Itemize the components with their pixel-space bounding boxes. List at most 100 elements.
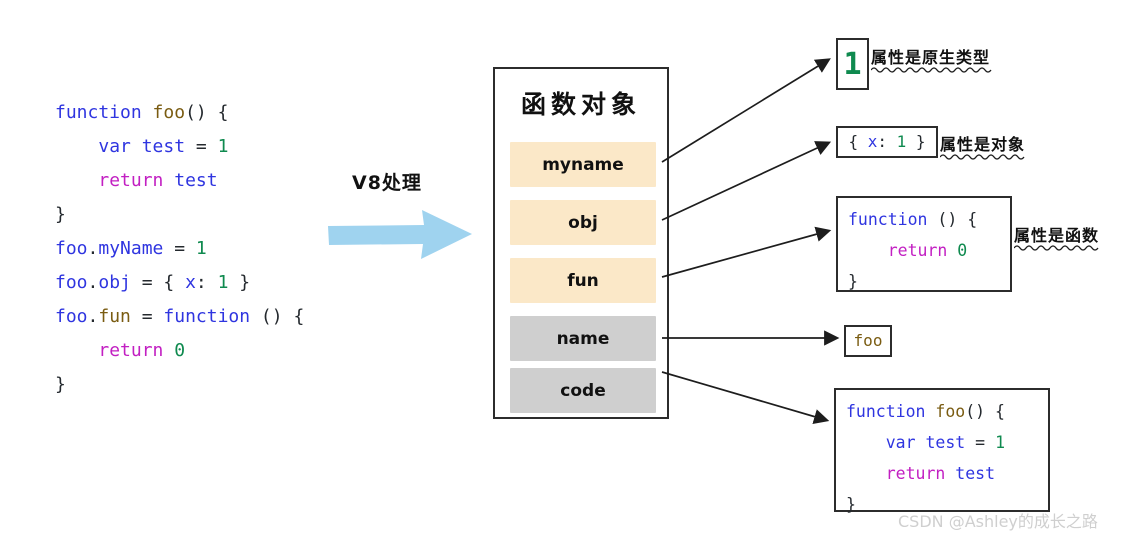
value-box-name: foo xyxy=(844,325,892,357)
diagram-canvas: function foo() { var test = 1 return tes… xyxy=(0,0,1142,543)
squiggly-underline-icon xyxy=(940,154,1025,160)
code-token: . xyxy=(87,272,99,293)
value-box-object: { x: 1 } xyxy=(836,126,938,158)
code-line: return 0 xyxy=(55,334,304,368)
code-token: () { xyxy=(185,102,229,123)
code-token: = xyxy=(130,306,164,327)
code-token: return xyxy=(887,241,948,260)
code-token: 1 xyxy=(217,136,229,157)
squiggly-underline-icon xyxy=(871,67,992,73)
code-token: } xyxy=(55,374,66,395)
code-token: foo xyxy=(55,238,88,259)
code-token: function xyxy=(846,402,926,421)
annotation-object-text: 属性是对象 xyxy=(940,135,1026,154)
code-token: return xyxy=(98,170,164,191)
code-token: test xyxy=(925,433,966,452)
annotation-primitive: 属性是原生类型 xyxy=(871,44,993,73)
code-token: return xyxy=(98,340,164,361)
annotation-function: 属性是函数 xyxy=(1014,222,1104,251)
code-line: return test xyxy=(55,164,304,198)
code-token: 1 xyxy=(217,272,229,293)
code-line: foo.obj = { x: 1 } xyxy=(55,266,304,300)
code-token: 1 xyxy=(896,132,907,151)
function-object-slot-code[interactable]: code xyxy=(510,368,656,413)
code-token: } xyxy=(55,204,66,225)
code-token: foo xyxy=(55,272,88,293)
code-token: x xyxy=(867,132,878,151)
code-token: } xyxy=(228,272,251,293)
code-token: = xyxy=(965,433,996,452)
slot-label: fun xyxy=(567,270,599,291)
code-line: var test = 1 xyxy=(846,427,1038,458)
code-token: = xyxy=(163,238,196,259)
code-line: return 0 xyxy=(848,235,1000,266)
anonymous-function-code: function () { return 0} xyxy=(838,198,1010,303)
code-token: } xyxy=(846,495,856,514)
annotation-function-text: 属性是函数 xyxy=(1014,226,1100,245)
code-token: } xyxy=(848,272,858,291)
code-line: function foo() { xyxy=(846,396,1038,427)
code-line: var test = 1 xyxy=(55,130,304,164)
name-value: foo xyxy=(853,331,883,350)
squiggly-underline-icon xyxy=(1014,245,1099,251)
code-token: . xyxy=(87,306,99,327)
code-token: 0 xyxy=(174,340,186,361)
code-token: function xyxy=(163,306,251,327)
function-object-slot-name[interactable]: name xyxy=(510,316,656,361)
function-object-slot-fun[interactable]: fun xyxy=(510,258,656,303)
code-token: } xyxy=(906,132,926,151)
code-token: return xyxy=(885,464,946,483)
slot-label: myname xyxy=(542,154,624,175)
code-token: () { xyxy=(927,210,978,229)
code-token: = { xyxy=(130,272,186,293)
code-token: foo xyxy=(935,402,966,421)
value-box-code: function foo() { var test = 1 return tes… xyxy=(834,388,1050,514)
code-token: foo xyxy=(152,102,186,123)
code-line: foo.fun = function () { xyxy=(55,300,304,334)
code-token: () { xyxy=(965,402,1005,421)
annotation-object: 属性是对象 xyxy=(940,131,1030,160)
code-token: . xyxy=(87,238,99,259)
v8-process-label: V8处理 xyxy=(352,172,422,194)
primitive-value: 1 xyxy=(843,46,862,82)
code-token: test xyxy=(955,464,996,483)
code-token: myName xyxy=(98,238,164,259)
code-line: } xyxy=(55,368,304,402)
annotation-primitive-text: 属性是原生类型 xyxy=(871,48,991,67)
code-token: fun xyxy=(98,306,131,327)
source-code-listing: function foo() { var test = 1 return tes… xyxy=(55,96,304,402)
slot-label: obj xyxy=(568,212,598,233)
code-token: { xyxy=(848,132,868,151)
slot-label: name xyxy=(556,328,610,349)
function-object-slot-obj[interactable]: obj xyxy=(510,200,656,245)
code-line: return test xyxy=(846,458,1038,489)
function-object-slot-myname[interactable]: myname xyxy=(510,142,656,187)
code-line: function () { xyxy=(848,204,1000,235)
code-token: () { xyxy=(250,306,305,327)
slot-label: code xyxy=(560,380,606,401)
v8-arrow-icon xyxy=(328,210,472,259)
function-source-code: function foo() { var test = 1 return tes… xyxy=(836,390,1048,526)
code-token: 1 xyxy=(195,238,207,259)
code-token: 0 xyxy=(957,241,968,260)
function-object-box: 函数对象 myname obj fun name code xyxy=(493,67,669,419)
code-line: foo.myName = 1 xyxy=(55,232,304,266)
code-line: } xyxy=(848,266,1000,297)
code-token: test xyxy=(174,170,218,191)
code-token: = xyxy=(185,136,218,157)
code-token: function xyxy=(55,102,142,123)
object-literal-code: { x: 1 } xyxy=(848,134,925,150)
code-token: function xyxy=(848,210,928,229)
code-token: var xyxy=(885,433,916,452)
csdn-watermark: CSDN @Ashley的成长之路 xyxy=(898,512,1098,531)
